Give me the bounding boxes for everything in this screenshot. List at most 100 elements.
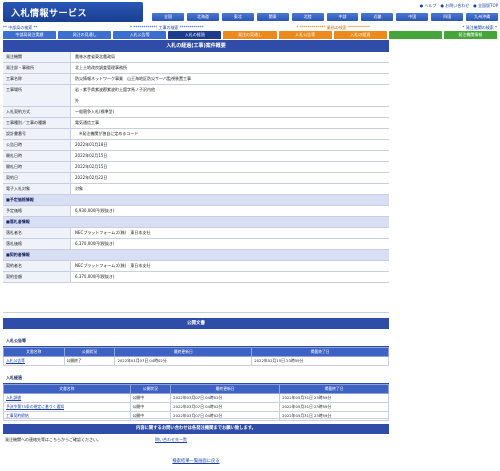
col-end: 掲載終了日 [251, 347, 389, 357]
status-cell: 公開中 [129, 411, 172, 421]
updated-cell: 2022年03月07日 04時02分 [170, 393, 281, 403]
region-kanto[interactable]: 関東 [256, 13, 289, 21]
contact-section: 内容に関するお問い合わせは各発注機関までお願い致します。 発注機関への連絡先等は… [3, 424, 389, 446]
status-cell: 公開終了 [63, 356, 116, 366]
region-tohoku[interactable]: 東北 [221, 13, 254, 21]
row-value: 農林水産省東北農政局 [71, 52, 389, 62]
col-doc-name: 文書名称 [3, 384, 131, 394]
status-cell: 公開中 [129, 402, 172, 412]
row-value: NECプラットフォームズ(株) 東日本支社 [71, 261, 389, 271]
summary-row: 発注機関 農林水産省東北農政局 [3, 52, 389, 63]
tab-construction-progress[interactable]: 入札の経過 [168, 31, 222, 39]
row-value: 2022年02月15日 [71, 151, 389, 161]
region-hokuriku[interactable]: 北陸 [291, 13, 324, 21]
end-cell: 2022年02月15日 23時59分 [251, 356, 389, 366]
region-all[interactable]: 全国 [152, 13, 184, 21]
public-documents: 公開文書 入札公告等 文書名称 公開状況 最終更新日 掲載終了日 入札公告等 公開… [3, 318, 389, 421]
back-to-results-link[interactable]: 検索結果一覧画面に戻る [172, 459, 219, 464]
row-label: 工事種別／工事の種類 [3, 118, 71, 128]
summary-row: 契約者名 NECプラットフォームズ(株) 東日本支社 [3, 261, 389, 272]
contact-link[interactable]: ● お問い合わせ [440, 3, 469, 11]
row-label: 契約金額 [3, 272, 71, 282]
row-label: 予定価格 [3, 206, 71, 216]
end-cell: 2022年05月31日 23時59分 [279, 393, 389, 403]
row-label: 開札日時 [3, 151, 71, 161]
tab-service-notice[interactable]: 入札公告等 [278, 31, 332, 39]
summary-row: 契約金額 6,370,000円(税抜き) [3, 272, 389, 283]
panel-title: 入札の経過(工事)案件概要 [3, 40, 389, 52]
construction-search-label: * ************ 工事の検索 ************ [129, 25, 204, 30]
doc-name-cell: 入札調書 [3, 393, 131, 403]
row-value: 2022年02月15日 [71, 162, 389, 172]
summary-rows: 発注機関 農林水産省東北農政局 発注部・事務所 北上土地改良調査管理事務所 工事名称 防災… [3, 52, 389, 195]
table-row: 工事契約締結 公開中 2022年03月07日 04時02分 2022年05月31日 2… [3, 411, 389, 421]
region-chugoku[interactable]: 中国 [396, 13, 429, 21]
winner-rows: 落札者名 NECプラットフォームズ(株) 東日本支社 落札価格 6,370,000円(… [3, 228, 389, 250]
row-label: 落札者名 [3, 228, 71, 238]
national-top-link[interactable]: ● 全国版TOP [473, 3, 498, 11]
row-label: 発注機関 [3, 52, 71, 62]
summary-row: 工事場所 岩・紫手県紫波郡紫波町土舘字馬ノ子沢内他 外 [3, 85, 389, 107]
row-label: 落札価格 [3, 239, 71, 249]
logo-text: 入札情報サービス [11, 9, 88, 19]
divider [3, 418, 389, 419]
summary-row: 電子入札対象 対象 [3, 184, 389, 195]
summary-row: 公告日時 2022年01月18日 [3, 140, 389, 151]
tab-spacer [388, 31, 442, 39]
row-value: 防災情報ネットワーク事業 山王海地区防災サーバ監視装置工事 [71, 74, 389, 84]
summary-row: 開札日時 2022年02月15日 [3, 151, 389, 162]
summary-row: 予定価格 6,930,000円(税抜き) [3, 206, 389, 217]
region-chubu[interactable]: 中部 [326, 13, 359, 21]
document-link[interactable]: 予決令第75条の規定に基づく通知 [6, 404, 64, 409]
row-label: 入札契約方式 [3, 107, 71, 117]
region-hokkaido[interactable]: 北海道 [186, 13, 219, 21]
row-value: 北上土地改良調査管理事務所 [71, 63, 389, 73]
progress-docs-table: 文書名称 公開状況 最終更新日 掲載終了日 入札調書 公開中 2022年03月07日… [3, 384, 389, 421]
tab-chubu-results[interactable]: 中部局発注実績 [3, 31, 57, 39]
progress-docs-heading: 入札経過 [3, 373, 389, 384]
notice-docs-heading: 入札公告等 [3, 336, 389, 347]
status-cell: 公開中 [129, 393, 172, 403]
summary-row: 契約日 2022年02月22日 [3, 173, 389, 184]
document-link[interactable]: 入札調書 [6, 395, 21, 400]
region-shikoku[interactable]: 四国 [431, 13, 464, 21]
row-value: 電気通信工事 [71, 118, 389, 128]
notice-docs-table: 文書名称 公開状況 最終更新日 掲載終了日 入札公告等 公開終了 2022年01月0… [3, 347, 389, 366]
row-label: 公告日時 [3, 140, 71, 150]
col-updated: 最終更新日 [170, 384, 281, 394]
end-cell: 2022年05月31日 23時59分 [279, 402, 389, 412]
row-value: 岩・紫手県紫波郡紫波町土舘字馬ノ子沢内他 外 [71, 85, 389, 106]
tab-agency-info[interactable]: 発注機関情報 [443, 31, 497, 39]
region-kyushu[interactable]: 九州沖縄 [466, 13, 499, 21]
summary-row: 発注部・事務所 北上土地改良調査管理事務所 [3, 63, 389, 74]
help-link[interactable]: ● ヘルプ [420, 3, 437, 11]
table-row: 入札公告等 公開終了 2022年01月07日 04時02分 2022年02月15日 2… [3, 356, 389, 366]
contact-row: 発注機関への連絡先等はこちらからご確認ください。 問い合わせ先一覧 [3, 434, 389, 446]
col-end: 掲載終了日 [279, 384, 389, 394]
row-value: 6,370,000円(税抜き) [71, 272, 389, 282]
summary-row: 設計書番号 ※発注機関が独自に定めるコード [3, 129, 389, 140]
contact-list-link[interactable]: 問い合わせ先一覧 [155, 437, 187, 443]
col-doc-name: 文書名称 [3, 347, 65, 357]
row-label: 設計書番号 [3, 129, 71, 139]
region-nav: 全国 北海道 東北 関東 北陸 中部 近畿 中国 四国 九州沖縄 [152, 13, 499, 21]
logo[interactable]: 入札情報サービス [3, 2, 143, 22]
document-link[interactable]: 入札公告等 [6, 358, 25, 363]
summary-row: 工事名称 防災情報ネットワーク事業 山王海地区防災サーバ監視装置工事 [3, 74, 389, 85]
tab-construction-notice[interactable]: 入札公告等 [113, 31, 167, 39]
col-updated: 最終更新日 [114, 347, 253, 357]
row-label: 発注部・事務所 [3, 63, 71, 73]
doc-name-cell: 工事契約締結 [3, 411, 131, 421]
col-status: 公開状況 [129, 384, 172, 394]
region-kinki[interactable]: 近畿 [361, 13, 394, 21]
row-label: 電子入札対象 [3, 184, 71, 194]
tab-service-progress[interactable]: 入札の経過 [333, 31, 387, 39]
table-row: 入札調書 公開中 2022年03月07日 04時02分 2022年05月31日 23時… [3, 393, 389, 403]
contact-text: 発注機関への連絡先等はこちらからご確認ください。 [5, 437, 101, 442]
row-value: ※発注機関が独自に定めるコード [71, 129, 389, 139]
row-value: 2022年02月22日 [71, 173, 389, 183]
tab-construction-outlook[interactable]: 発注の見通し [58, 31, 112, 39]
tab-service-outlook[interactable]: 発注の見通し [223, 31, 277, 39]
contractor-heading: ■契約者情報 [3, 250, 389, 261]
search-category-bar: ** 中部局の検索 ** * ************ 工事の検索 ******… [3, 24, 497, 31]
